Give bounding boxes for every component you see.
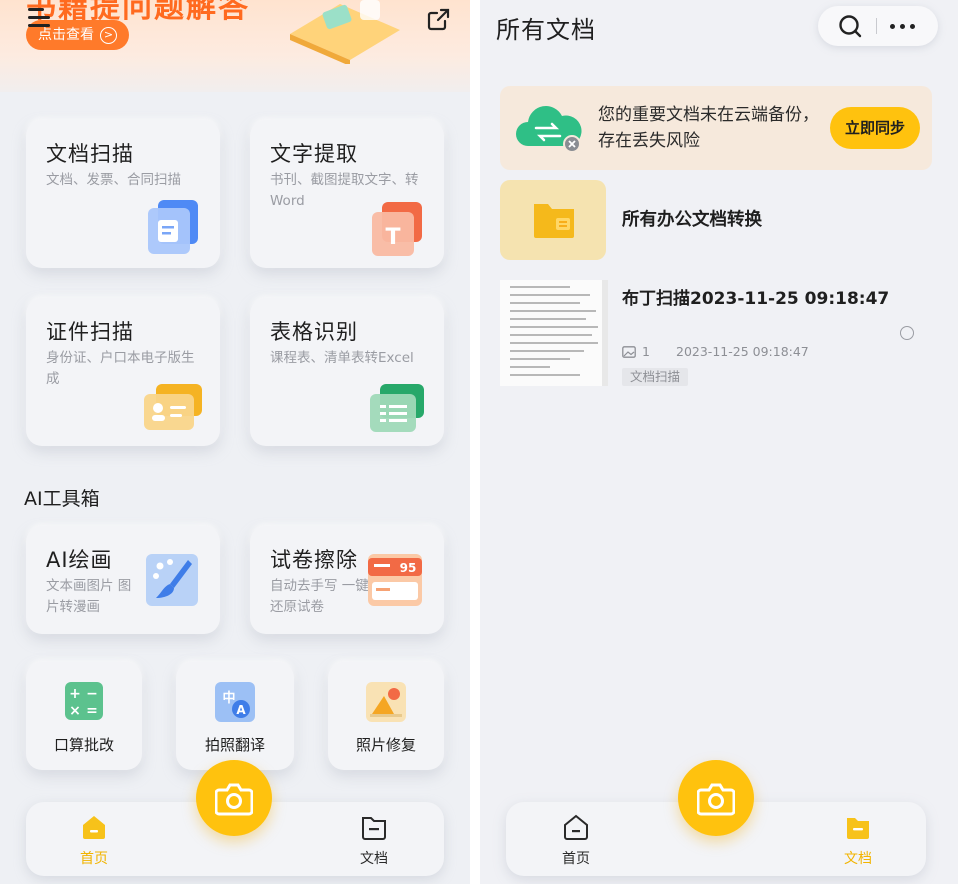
id-card-icon xyxy=(144,384,202,430)
paintbrush-icon xyxy=(146,554,198,606)
nav-home-label: 首页 xyxy=(80,851,108,867)
page-count-value: 1 xyxy=(642,344,650,359)
camera-icon xyxy=(215,783,253,816)
calculator-icon: + − × = xyxy=(65,682,103,720)
nav-docs-label: 文档 xyxy=(844,851,872,867)
card-title: AI绘画 xyxy=(46,548,113,572)
document-tag: 文档扫描 xyxy=(622,368,689,386)
search-icon[interactable] xyxy=(838,14,862,38)
card-subtitle: 自动去手写 一键还原试卷 xyxy=(270,578,369,615)
folder-thumbnail[interactable] xyxy=(500,180,606,260)
folder-icon xyxy=(362,817,386,840)
card-document-scan[interactable]: 文档扫描 文档、发票、合同扫描 xyxy=(26,120,220,268)
nav-home[interactable]: 首页 xyxy=(546,814,606,868)
document-thumbnail[interactable] xyxy=(500,280,608,386)
office-folder-icon xyxy=(534,204,574,238)
document-scan-icon xyxy=(148,200,198,254)
share-icon[interactable] xyxy=(426,6,452,32)
svg-text:A: A xyxy=(236,703,246,717)
ai-toolbox-title: AI工具箱 xyxy=(24,488,100,510)
banner-illustration xyxy=(290,0,400,64)
nav-home[interactable]: 首页 xyxy=(64,814,124,868)
home-icon xyxy=(564,814,588,840)
image-icon xyxy=(622,345,636,358)
card-exam-erase[interactable]: 试卷擦除 自动去手写 一键还原试卷 95 xyxy=(250,526,444,634)
table-recognize-icon xyxy=(370,384,424,432)
card-text-extract[interactable]: 文字提取 书刊、截图提取文字、转Word T xyxy=(250,120,444,268)
card-title: 试卷擦除 xyxy=(270,548,358,572)
tool-photo-translate[interactable]: 中 A 拍照翻译 xyxy=(176,662,294,770)
sync-message: 您的重要文档未在云端备份，存在丢失风险 xyxy=(598,105,819,151)
card-title: 证件扫描 xyxy=(46,320,134,344)
svg-text:−: − xyxy=(86,686,98,702)
tool-oral-math[interactable]: + − × = 口算批改 xyxy=(26,662,142,770)
promo-banner[interactable]: 书籍提问题解答 点击查看 > xyxy=(0,0,470,92)
nav-home-label: 首页 xyxy=(562,851,590,867)
card-subtitle: 文本画图片 图片转漫画 xyxy=(46,578,132,615)
card-title: 文档扫描 xyxy=(46,142,134,166)
sync-banner: 您的重要文档未在云端备份，存在丢失风险 立即同步 xyxy=(500,86,932,170)
card-subtitle: 课程表、清单表转Excel xyxy=(270,350,414,366)
translate-icon: 中 A xyxy=(215,682,255,722)
card-ai-drawing[interactable]: AI绘画 文本画图片 图片转漫画 xyxy=(26,526,220,634)
nav-docs[interactable]: 文档 xyxy=(344,814,404,868)
select-radio[interactable] xyxy=(900,326,914,340)
svg-text:T: T xyxy=(385,225,400,250)
divider xyxy=(876,18,877,34)
photo-repair-icon xyxy=(366,682,406,722)
nav-docs-label: 文档 xyxy=(360,851,388,867)
text-extract-icon: T xyxy=(372,202,422,256)
svg-text:×: × xyxy=(69,703,81,719)
nav-docs[interactable]: 文档 xyxy=(828,814,888,868)
card-subtitle: 文档、发票、合同扫描 xyxy=(46,172,181,188)
sync-now-button[interactable]: 立即同步 xyxy=(830,107,920,149)
svg-text:中: 中 xyxy=(222,690,235,706)
documents-screen: 所有文档 您的重要文档未在云端备份，存在丢失风险 立即同步 所有办公文档转换 布… xyxy=(480,0,958,884)
tool-label: 照片修复 xyxy=(355,736,416,754)
cloud-sync-icon xyxy=(516,106,582,153)
folder-icon xyxy=(847,818,869,839)
exam-score-badge: 95 xyxy=(400,561,417,575)
home-screen: 书籍提问题解答 点击查看 > 文档扫描 文档、发票、合同扫描 文字提取 书刊、截… xyxy=(0,0,470,884)
card-title: 表格识别 xyxy=(270,320,358,344)
home-icon xyxy=(83,816,105,839)
top-actions xyxy=(818,6,938,46)
tool-label: 拍照翻译 xyxy=(204,736,265,754)
exam-erase-icon: 95 xyxy=(368,554,422,606)
camera-icon xyxy=(697,783,735,816)
camera-button[interactable] xyxy=(678,760,754,836)
arrow-right-icon: > xyxy=(100,26,117,44)
svg-text:=: = xyxy=(86,703,98,719)
document-page-count: 1 xyxy=(622,344,650,359)
card-title: 文字提取 xyxy=(270,142,358,166)
camera-button[interactable] xyxy=(196,760,272,836)
document-date: 2023-11-25 09:18:47 xyxy=(676,344,809,359)
more-icon[interactable] xyxy=(890,24,915,29)
document-title[interactable]: 布丁扫描2023-11-25 09:18:47 xyxy=(622,284,889,309)
card-id-scan[interactable]: 证件扫描 身份证、户口本电子版生成 xyxy=(26,298,220,446)
tool-photo-repair[interactable]: 照片修复 xyxy=(328,662,444,770)
svg-text:+: + xyxy=(69,686,81,702)
card-table-recognize[interactable]: 表格识别 课程表、清单表转Excel xyxy=(250,298,444,446)
folder-label[interactable]: 所有办公文档转换 xyxy=(622,206,762,231)
page-title: 所有文档 xyxy=(496,16,596,44)
tool-label: 口算批改 xyxy=(53,736,114,754)
menu-icon[interactable] xyxy=(28,6,52,28)
